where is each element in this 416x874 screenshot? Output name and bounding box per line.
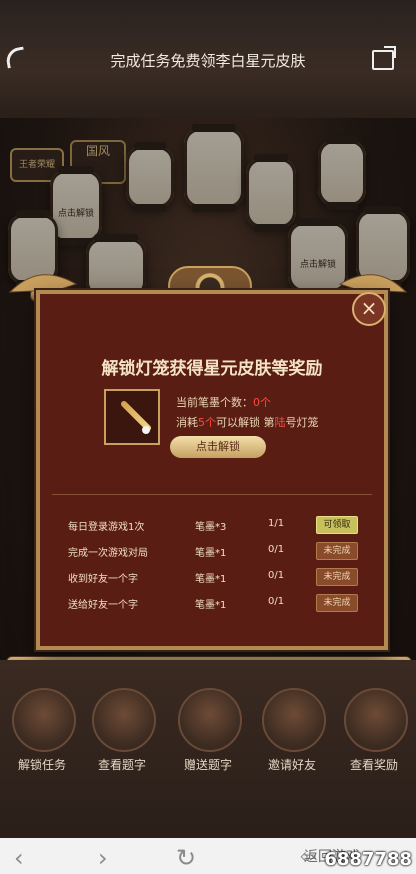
watermark: 6887788 [324, 849, 412, 870]
ink-count-label: 当前笔墨个数： [176, 396, 253, 409]
task-reward: 笔墨*1 [195, 600, 227, 611]
top-bar: 完成任务免费领李白星元皮肤 [0, 0, 416, 118]
close-icon[interactable]: × [352, 292, 386, 326]
task-name: 送给好友一个字 [68, 600, 138, 611]
lantern-number: 陆 [274, 416, 286, 429]
task-name: 完成一次游戏对局 [68, 548, 148, 559]
consume-prefix: 消耗 [176, 416, 198, 429]
task-progress: 0/1 [268, 596, 285, 607]
nav-forward-icon[interactable]: › [98, 844, 108, 872]
task-row: 送给好友一个字 笔墨*1 0/1 未完成 [68, 594, 368, 612]
invite-friend-icon[interactable] [262, 688, 326, 752]
view-reward-icon[interactable] [344, 688, 408, 752]
task-reward: 笔墨*3 [195, 522, 227, 533]
page-title: 完成任务免费领李白星元皮肤 [110, 52, 306, 70]
task-row: 每日登录游戏1次 笔墨*3 1/1 可领取 [68, 516, 368, 534]
menu-gift-inscription[interactable]: 赠送题字 [168, 756, 248, 773]
incomplete-button[interactable]: 未完成 [316, 594, 358, 612]
task-name: 每日登录游戏1次 [68, 522, 145, 533]
divider [52, 494, 372, 495]
refresh-icon[interactable]: ↻ [176, 844, 196, 872]
nav-back-icon[interactable]: ‹ [14, 844, 24, 872]
unlock-task-icon[interactable] [12, 688, 76, 752]
task-reward: 笔墨*1 [195, 574, 227, 585]
ink-brush-item [104, 389, 160, 445]
task-progress: 0/1 [268, 570, 285, 581]
task-row: 完成一次游戏对局 笔墨*1 0/1 未完成 [68, 542, 368, 560]
modal-title: 解锁灯笼获得星元皮肤等奖励 [101, 359, 323, 379]
bottom-menu: 解锁任务 查看题字 赠送题字 邀请好友 查看奖励 [0, 660, 416, 838]
unlock-button[interactable]: 点击解锁 [170, 436, 266, 458]
menu-view-reward[interactable]: 查看奖励 [334, 756, 414, 773]
consume-info: 消耗5个可以解锁 第陆号灯笼 [176, 414, 319, 430]
task-progress: 1/1 [268, 518, 285, 529]
menu-unlock-task[interactable]: 解锁任务 [2, 756, 82, 773]
reward-modal: 解锁灯笼获得星元皮肤等奖励 当前笔墨个数：0个 消耗5个可以解锁 第陆号灯笼 点… [36, 290, 388, 650]
task-reward: 笔墨*1 [195, 548, 227, 559]
ink-count: 当前笔墨个数：0个 [176, 394, 271, 410]
ink-count-value: 0个 [253, 396, 271, 409]
incomplete-button[interactable]: 未完成 [316, 568, 358, 586]
consume-suffix: 号灯笼 [285, 416, 319, 429]
browser-nav: ‹ › ↻ ⇦ 返回游戏 6887788 [0, 838, 416, 874]
task-progress: 0/1 [268, 544, 285, 555]
claim-button[interactable]: 可领取 [316, 516, 358, 534]
task-row: 收到好友一个字 笔墨*1 0/1 未完成 [68, 568, 368, 586]
brush-tip [142, 426, 150, 434]
share-icon[interactable] [372, 50, 394, 70]
view-inscription-icon[interactable] [92, 688, 156, 752]
task-name: 收到好友一个字 [68, 574, 138, 585]
gift-inscription-icon[interactable] [178, 688, 242, 752]
consume-count: 5个 [198, 416, 216, 429]
menu-invite-friend[interactable]: 邀请好友 [252, 756, 332, 773]
incomplete-button[interactable]: 未完成 [316, 542, 358, 560]
consume-mid: 可以解锁 第 [216, 416, 275, 429]
menu-view-inscription[interactable]: 查看题字 [82, 756, 162, 773]
